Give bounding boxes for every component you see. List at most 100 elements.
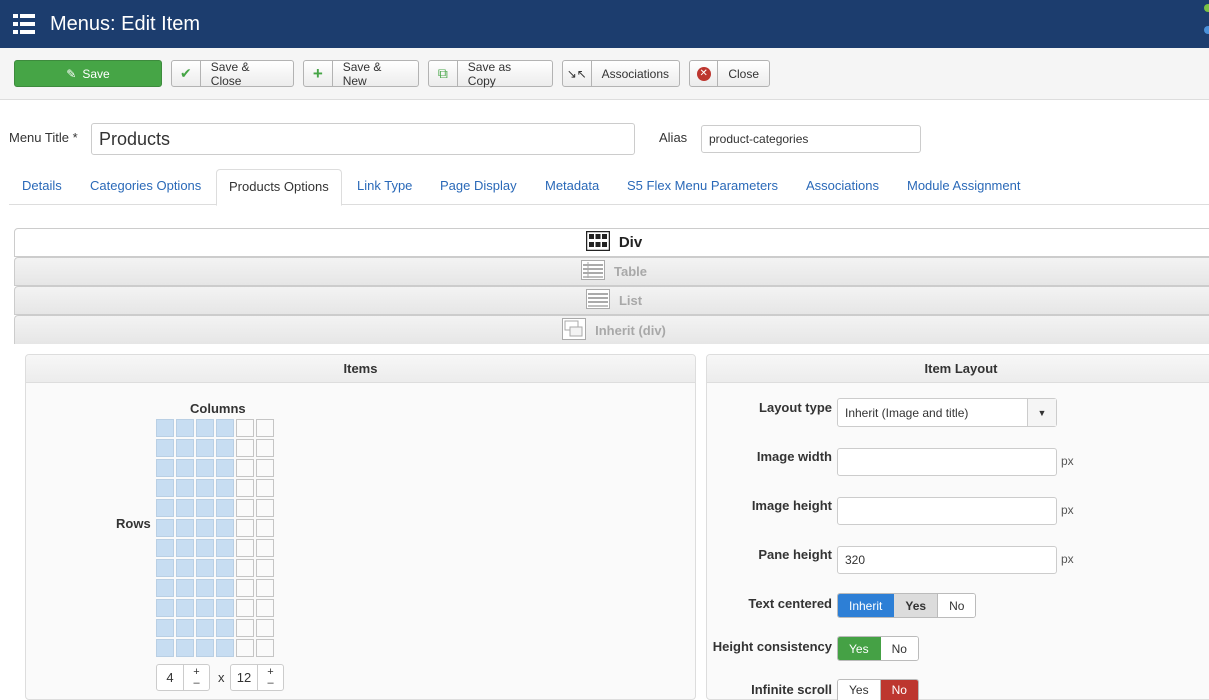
grid-cell[interactable] (256, 599, 274, 617)
tab-metadata[interactable]: Metadata (533, 169, 611, 205)
rows-stepper[interactable]: 12 + – (230, 664, 284, 691)
grid-cell[interactable] (156, 619, 174, 637)
grid-cell[interactable] (236, 579, 254, 597)
grid-cell[interactable] (236, 459, 254, 477)
rows-plus-minus[interactable]: + – (257, 665, 283, 690)
grid-cell[interactable] (196, 459, 214, 477)
grid-cell[interactable] (156, 599, 174, 617)
grid-cell[interactable] (156, 419, 174, 437)
grid-cell[interactable] (176, 599, 194, 617)
grid-cell[interactable] (196, 479, 214, 497)
grid-cell[interactable] (156, 479, 174, 497)
grid-cell[interactable] (176, 639, 194, 657)
grid-cell[interactable] (256, 499, 274, 517)
columns-stepper[interactable]: 4 + – (156, 664, 210, 691)
grid-cell[interactable] (216, 619, 234, 637)
grid-cell[interactable] (216, 559, 234, 577)
layout-list[interactable]: List (14, 286, 1209, 315)
tab-module-assignment[interactable]: Module Assignment (895, 169, 1032, 205)
grid-cell[interactable] (196, 639, 214, 657)
grid-cell[interactable] (156, 499, 174, 517)
height-consistency-no[interactable]: No (880, 637, 918, 660)
grid-cell[interactable] (256, 539, 274, 557)
grid-cell[interactable] (176, 539, 194, 557)
grid-cell[interactable] (176, 519, 194, 537)
grid-cell[interactable] (196, 439, 214, 457)
grid-cell[interactable] (236, 479, 254, 497)
text-centered-no[interactable]: No (938, 594, 976, 617)
pane-height-input[interactable]: 320 (837, 546, 1057, 574)
grid-cell[interactable] (176, 439, 194, 457)
grid-cell[interactable] (196, 559, 214, 577)
text-centered-inherit[interactable]: Inherit (838, 594, 895, 617)
grid-cell[interactable] (216, 479, 234, 497)
grid-cell[interactable] (156, 559, 174, 577)
grid-menu-icon[interactable] (13, 14, 35, 34)
grid-cell[interactable] (156, 439, 174, 457)
grid-cell[interactable] (236, 639, 254, 657)
menu-title-input[interactable]: Products (91, 123, 635, 155)
tab-page-display[interactable]: Page Display (428, 169, 529, 205)
grid-cell[interactable] (256, 639, 274, 657)
grid-cell[interactable] (216, 459, 234, 477)
text-centered-yes[interactable]: Yes (894, 594, 939, 617)
layout-inherit[interactable]: Inherit (div) (14, 315, 1209, 344)
grid-cell[interactable] (176, 499, 194, 517)
grid-cell[interactable] (236, 419, 254, 437)
grid-cell[interactable] (216, 579, 234, 597)
save-button[interactable]: ✎ Save (14, 60, 162, 87)
grid-cell[interactable] (196, 419, 214, 437)
grid-cell[interactable] (236, 559, 254, 577)
grid-cell[interactable] (236, 539, 254, 557)
layout-table[interactable]: Table (14, 257, 1209, 286)
image-width-input[interactable] (837, 448, 1057, 476)
grid-cell[interactable] (216, 539, 234, 557)
height-consistency-yes[interactable]: Yes (838, 637, 881, 660)
grid-cell[interactable] (196, 579, 214, 597)
grid-cell[interactable] (176, 459, 194, 477)
grid-cell[interactable] (196, 619, 214, 637)
grid-cell[interactable] (176, 479, 194, 497)
tab-categories-options[interactable]: Categories Options (78, 169, 213, 205)
grid-cell[interactable] (256, 579, 274, 597)
tab-s5-flex-menu[interactable]: S5 Flex Menu Parameters (615, 169, 790, 205)
grid-cell[interactable] (216, 499, 234, 517)
grid-cell[interactable] (176, 559, 194, 577)
grid-cell[interactable] (156, 539, 174, 557)
grid-cell[interactable] (216, 599, 234, 617)
grid-cell[interactable] (196, 599, 214, 617)
grid-cell[interactable] (256, 419, 274, 437)
infinite-scroll-yes[interactable]: Yes (838, 680, 881, 700)
tab-details[interactable]: Details (10, 169, 74, 205)
grid-cell[interactable] (176, 619, 194, 637)
save-copy-button[interactable]: ⧉ Save as Copy (428, 60, 553, 88)
grid-cell[interactable] (176, 579, 194, 597)
grid-cell[interactable] (156, 459, 174, 477)
grid-cell[interactable] (216, 519, 234, 537)
grid-cell[interactable] (176, 419, 194, 437)
grid-cell[interactable] (236, 499, 254, 517)
grid-cell[interactable] (236, 619, 254, 637)
tab-link-type[interactable]: Link Type (345, 169, 424, 205)
grid-cell[interactable] (156, 579, 174, 597)
tab-associations[interactable]: Associations (794, 169, 891, 205)
infinite-scroll-no[interactable]: No (880, 680, 918, 700)
save-close-button[interactable]: ✔ Save & Close (171, 60, 294, 88)
grid-cell[interactable] (256, 619, 274, 637)
associations-button[interactable]: ↘↖ Associations (562, 60, 680, 87)
grid-cell[interactable] (156, 639, 174, 657)
grid-cell[interactable] (196, 539, 214, 557)
grid-cell[interactable] (256, 439, 274, 457)
grid-cell[interactable] (236, 519, 254, 537)
grid-cell[interactable] (216, 639, 234, 657)
grid-cell[interactable] (196, 499, 214, 517)
columns-plus-minus[interactable]: + – (183, 665, 209, 690)
grid-cell[interactable] (216, 439, 234, 457)
alias-input[interactable]: product-categories (701, 125, 921, 153)
grid-cell[interactable] (256, 519, 274, 537)
close-button[interactable]: ✕ Close (689, 60, 770, 87)
layout-div[interactable]: Div (14, 228, 1209, 257)
layout-type-select[interactable]: Inherit (Image and title) ▼ (837, 398, 1057, 427)
grid-cell[interactable] (256, 559, 274, 577)
grid-cell[interactable] (196, 519, 214, 537)
